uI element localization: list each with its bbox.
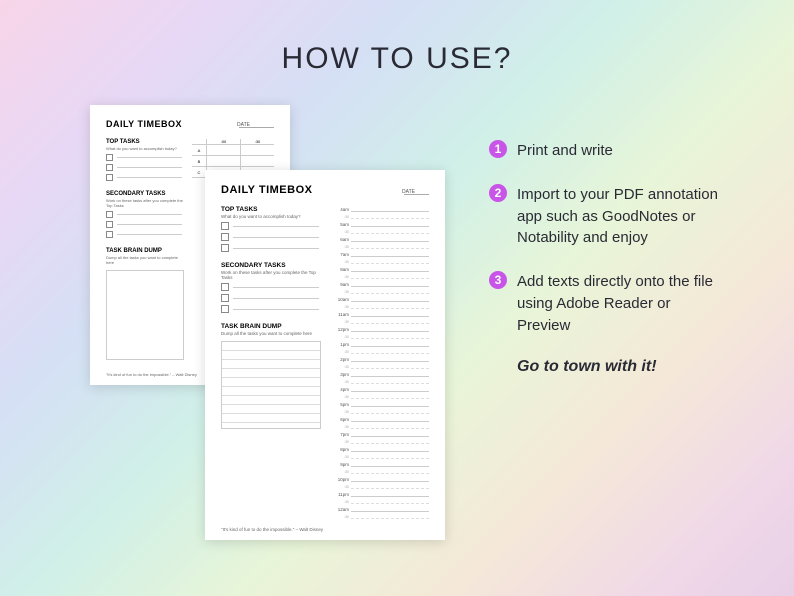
task-row xyxy=(106,154,184,161)
instruction-item: 2 Import to your PDF annotation app such… xyxy=(489,184,719,249)
secondary-tasks-title: SECONDARY TASKS xyxy=(106,191,184,197)
instructions-list: 1 Print and write 2 Import to your PDF a… xyxy=(489,140,719,376)
date-line xyxy=(239,127,274,128)
top-tasks-title: TOP TASKS xyxy=(106,139,184,145)
top-tasks-sub: What do you want to accomplish today? xyxy=(106,146,184,151)
brain-dump-lines xyxy=(221,341,321,429)
brain-dump-title: TASK BRAIN DUMP xyxy=(106,248,184,254)
step-badge: 3 xyxy=(489,271,507,289)
task-row xyxy=(106,221,184,228)
brain-dump-title: TASK BRAIN DUMP xyxy=(221,323,321,330)
step-text: Add texts directly onto the file using A… xyxy=(517,271,719,336)
task-row xyxy=(221,244,321,252)
cta-text: Go to town with it! xyxy=(517,358,719,376)
page-heading: HOW TO USE? xyxy=(0,0,794,76)
top-tasks-title: TOP TASKS xyxy=(221,206,321,213)
task-row xyxy=(221,305,321,313)
secondary-tasks-sub: Work on these tasks after you complete t… xyxy=(106,198,184,208)
hourly-schedule: 4am:305am:306am:307am:308am:309am:3010am… xyxy=(333,204,429,519)
instruction-item: 3 Add texts directly onto the file using… xyxy=(489,271,719,336)
planner-quote: "It's kind of fun to do the impossible."… xyxy=(221,527,323,532)
task-row xyxy=(106,164,184,171)
step-badge: 1 xyxy=(489,140,507,158)
task-row xyxy=(106,174,184,181)
step-text: Import to your PDF annotation app such a… xyxy=(517,184,719,249)
date-line xyxy=(404,194,429,195)
planner-page-front: DAILY TIMEBOX DATE TOP TASKS What do you… xyxy=(205,170,445,540)
task-row xyxy=(221,283,321,291)
task-row xyxy=(221,233,321,241)
brain-dump-grid xyxy=(106,270,184,360)
brain-dump-sub: Dump all the tasks you want to complete … xyxy=(221,331,321,336)
step-text: Print and write xyxy=(517,140,613,162)
planner-quote: "It's kind of fun to do the impossible."… xyxy=(106,372,197,377)
secondary-tasks-title: SECONDARY TASKS xyxy=(221,262,321,269)
brain-dump-sub: Dump all the tasks you want to complete … xyxy=(106,255,184,265)
instruction-item: 1 Print and write xyxy=(489,140,719,162)
task-row xyxy=(106,211,184,218)
secondary-tasks-sub: Work on these tasks after you complete t… xyxy=(221,270,321,280)
task-row xyxy=(106,231,184,238)
task-row xyxy=(221,294,321,302)
step-badge: 2 xyxy=(489,184,507,202)
top-tasks-sub: What do you want to accomplish today? xyxy=(221,214,321,219)
planner-title: DAILY TIMEBOX xyxy=(221,184,429,196)
task-row xyxy=(221,222,321,230)
